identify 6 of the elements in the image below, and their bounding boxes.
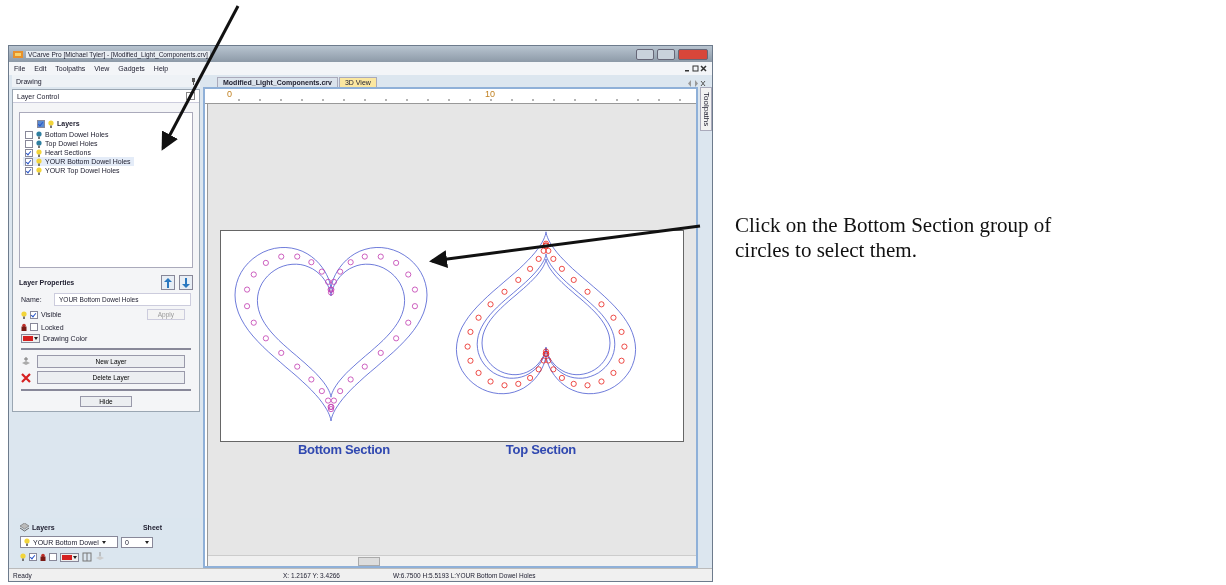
ruler-label: 0 xyxy=(227,89,232,99)
canvas-label: Top Section xyxy=(505,442,576,457)
side-tab[interactable]: Toolpaths xyxy=(700,87,712,132)
canvas-label: Bottom Section xyxy=(298,442,390,457)
ruler-label: 10 xyxy=(485,89,495,99)
callout-text: Click on the Bottom Section group of circles to select them. xyxy=(735,213,1052,263)
